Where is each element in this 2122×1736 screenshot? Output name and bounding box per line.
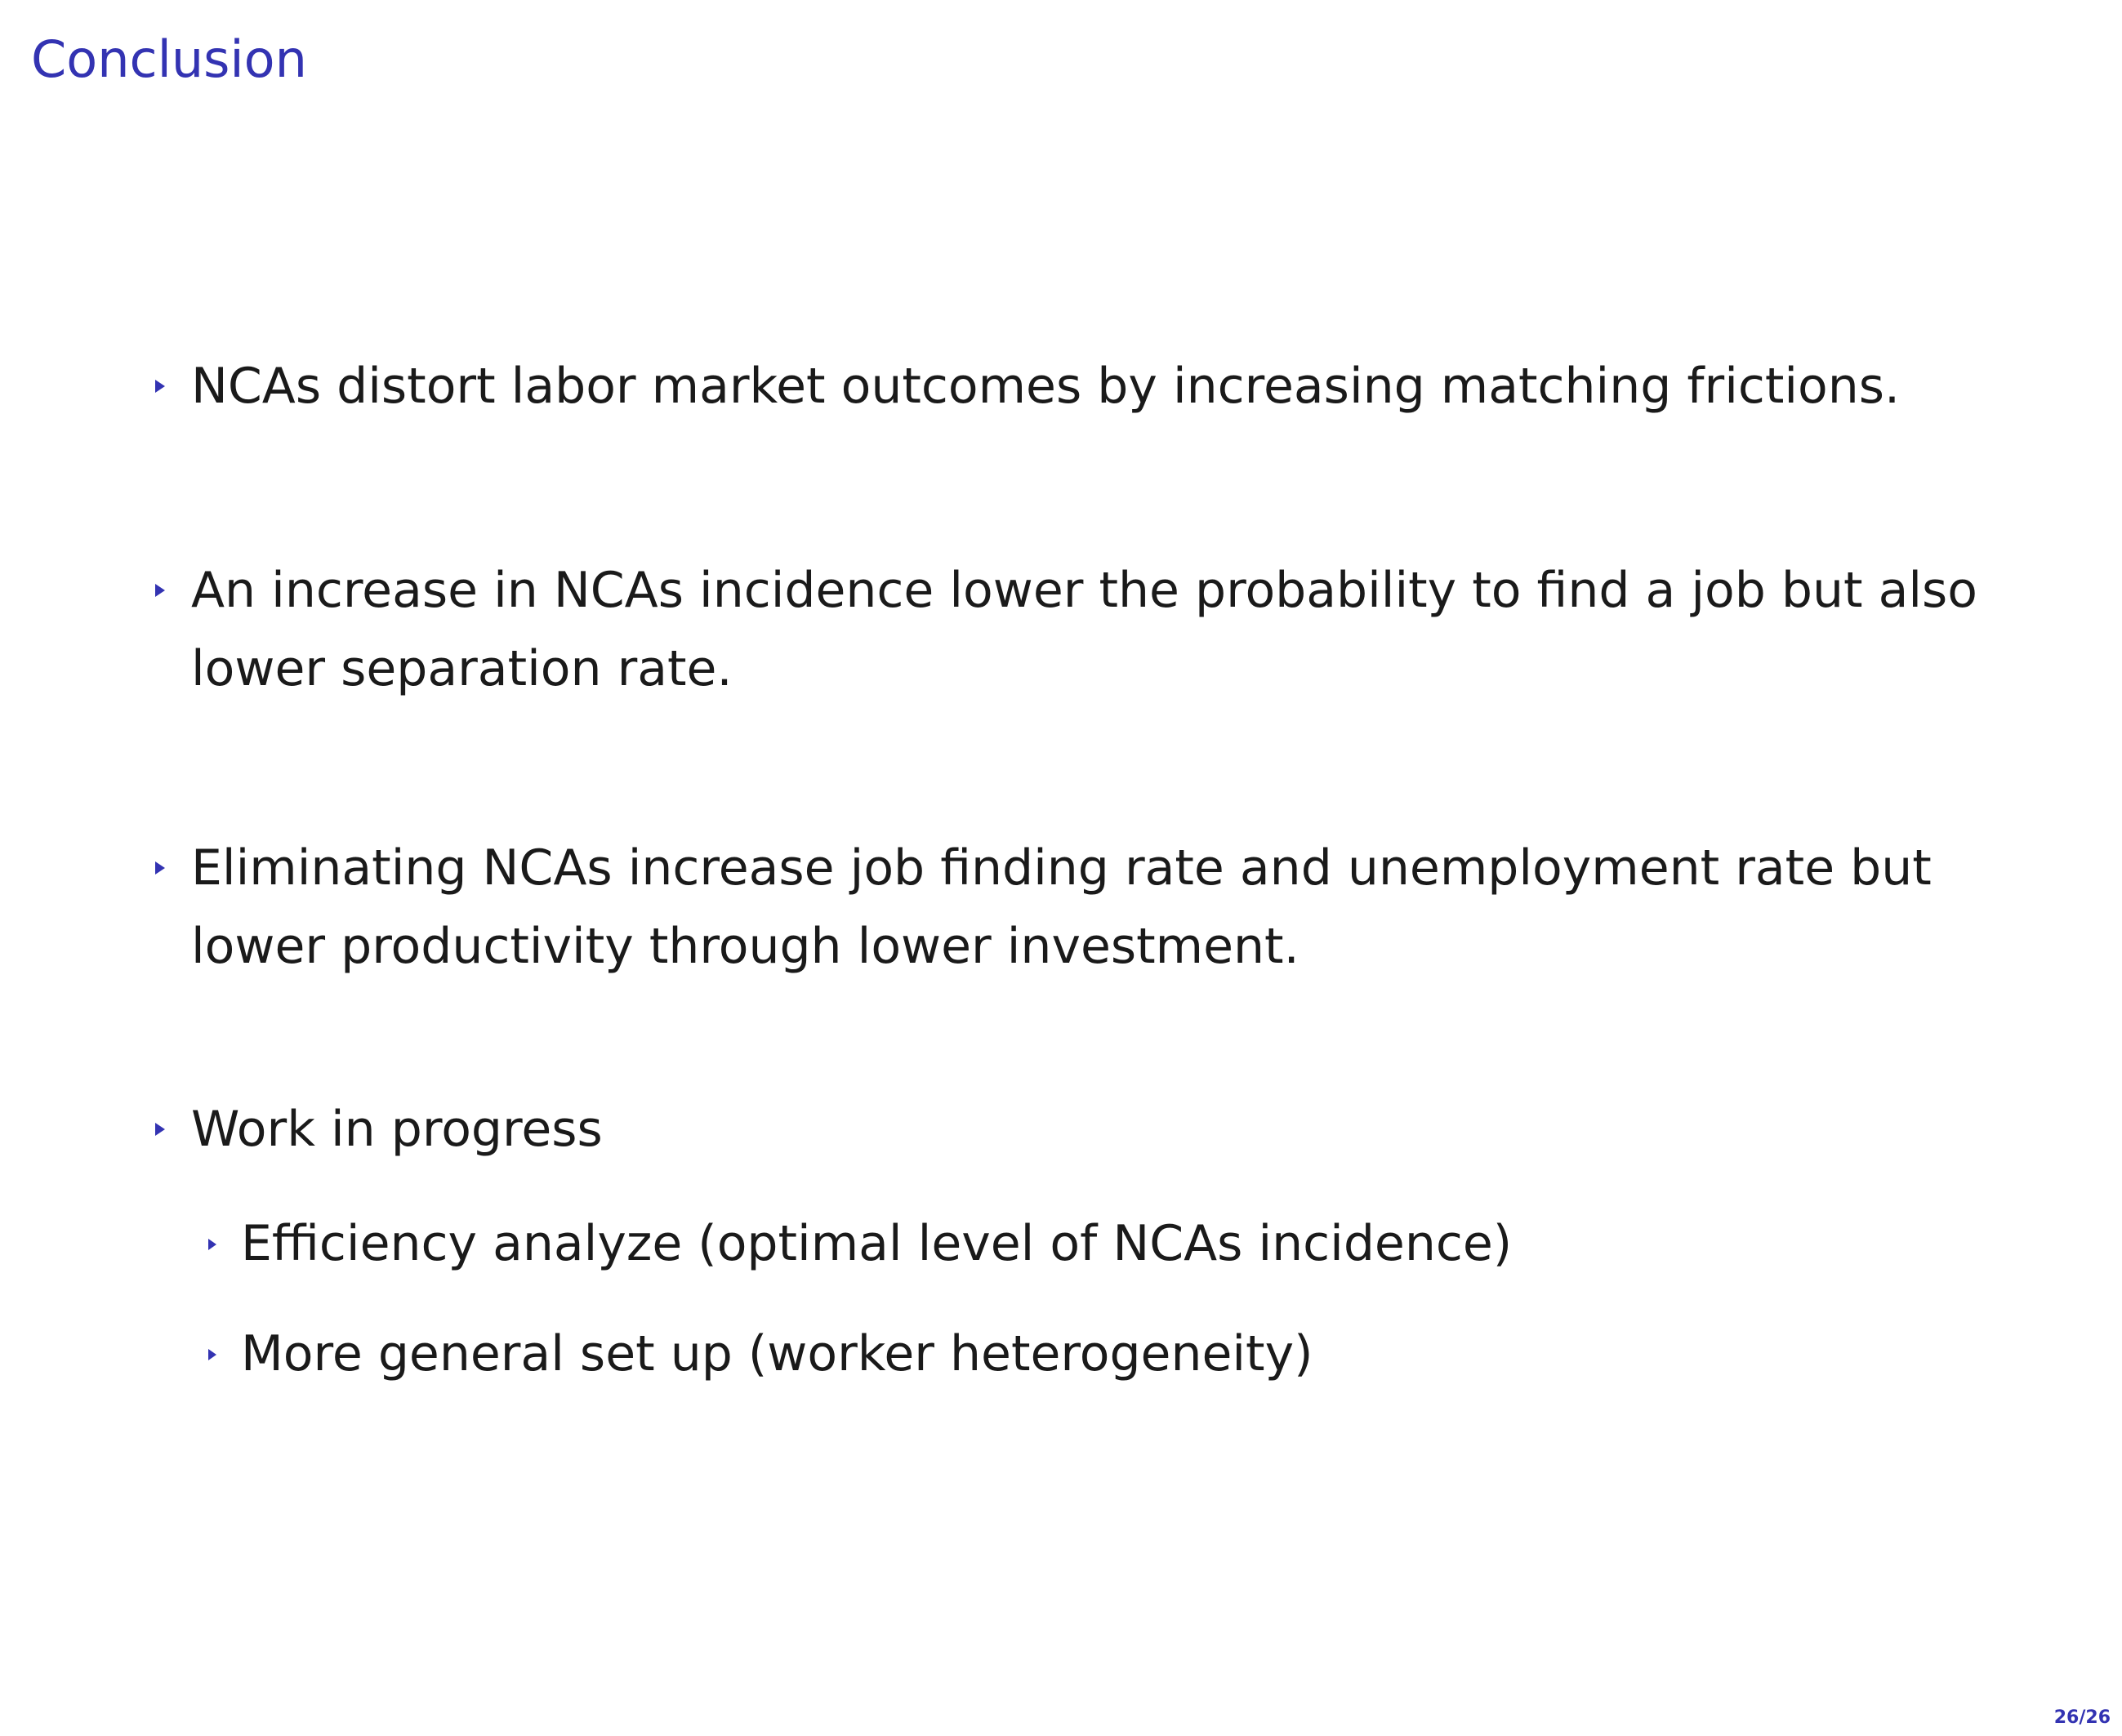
page-number: 26/26 (2053, 1707, 2111, 1728)
bullet-text: An increase in NCAs incidence lower the … (191, 562, 1978, 697)
sub-bullet-item-2: More general set up (worker heterogeneit… (208, 1315, 1313, 1393)
bullet-item-3: Eliminating NCAs increase job finding ra… (155, 829, 2062, 986)
triangle-bullet-icon (208, 1239, 216, 1250)
sub-bullet-item-1: Efficiency analyze (optimal level of NCA… (208, 1204, 1512, 1283)
slide-content: NCAs distort labor market outcomes by in… (0, 0, 2122, 1736)
triangle-bullet-icon (155, 380, 165, 393)
sub-bullet-text: More general set up (worker heterogeneit… (241, 1325, 1313, 1382)
triangle-bullet-icon (155, 1123, 165, 1136)
bullet-item-1: NCAs distort labor market outcomes by in… (155, 347, 2062, 425)
triangle-bullet-icon (155, 584, 165, 597)
sub-bullet-text: Efficiency analyze (optimal level of NCA… (241, 1215, 1513, 1272)
triangle-bullet-icon (155, 861, 165, 875)
bullet-item-4: Work in progress (155, 1090, 2062, 1168)
bullet-item-2: An increase in NCAs incidence lower the … (155, 551, 2062, 708)
triangle-bullet-icon (208, 1349, 216, 1360)
bullet-text: NCAs distort labor market outcomes by in… (191, 358, 1901, 415)
bullet-text: Eliminating NCAs increase job finding ra… (191, 839, 1932, 975)
bullet-text: Work in progress (191, 1101, 603, 1158)
